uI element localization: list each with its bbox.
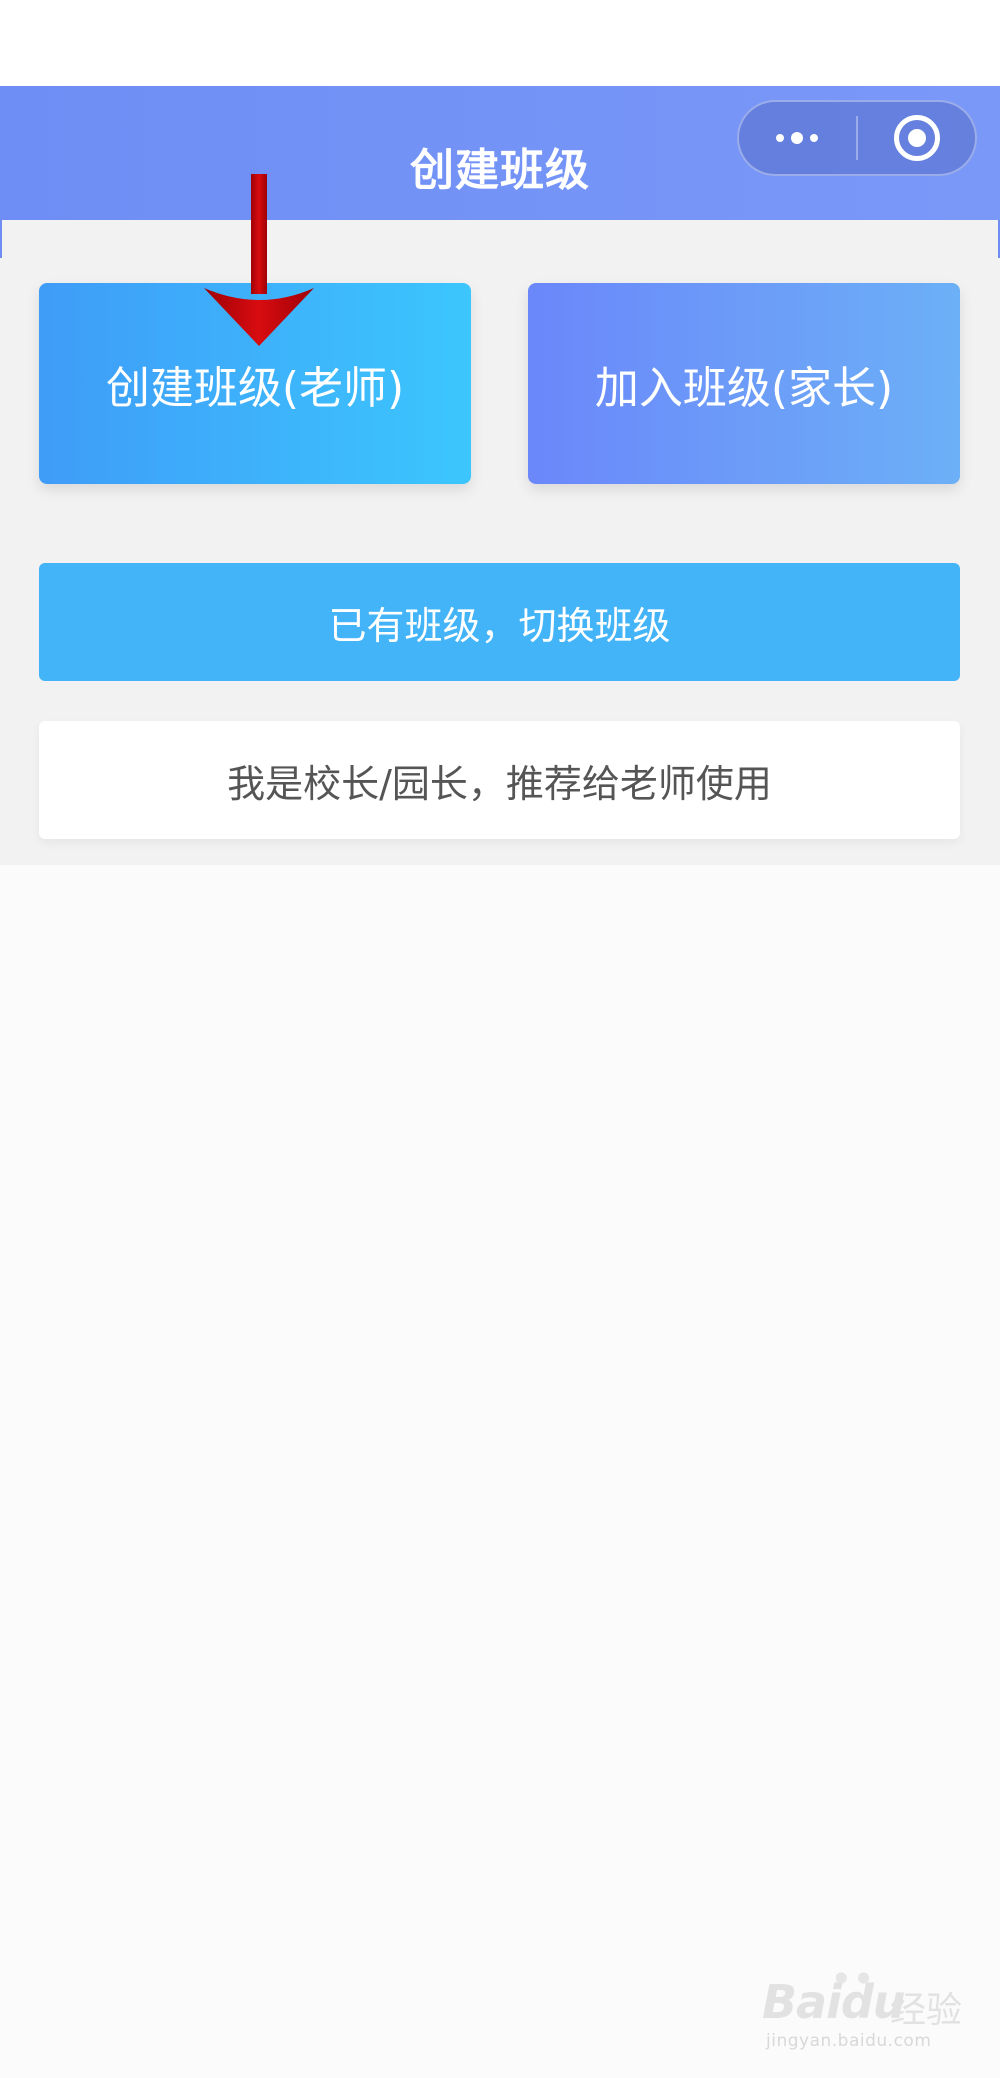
red-down-arrow-icon [204,174,314,346]
mini-program-capsule [737,100,977,176]
close-button[interactable] [859,102,975,174]
more-menu-button[interactable] [739,102,855,174]
paw-icon: •• [830,1957,875,2001]
watermark-url: jingyan.baidu.com [766,2031,932,2051]
capsule-divider [856,116,858,160]
join-class-label: 加入班级(家长) [594,362,894,414]
recommend-label: 我是校长/园长，推荐给老师使用 [227,761,772,806]
close-target-icon-core [908,129,926,147]
switch-class-label: 已有班级，切换班级 [328,603,671,648]
recommend-to-teacher-button[interactable]: 我是校长/园长，推荐给老师使用 [39,721,960,839]
join-class-parent-button[interactable]: 加入班级(家长) [528,283,960,484]
watermark-cn-text: 经验 [890,1990,963,2031]
baidu-jingyan-watermark: Baidu •• 经验 jingyan.baidu.com [762,1957,963,2055]
more-dots-icon-center [791,132,803,144]
create-class-label: 创建班级(老师) [105,362,405,414]
nav-edge-left [0,220,2,258]
status-bar-area [0,0,1000,86]
more-dots-icon-right [810,134,818,142]
page: { "nav": { "title": "创建班级", "menu_icon":… [0,0,1000,2078]
more-dots-icon [776,134,784,142]
switch-class-button[interactable]: 已有班级，切换班级 [39,563,960,681]
